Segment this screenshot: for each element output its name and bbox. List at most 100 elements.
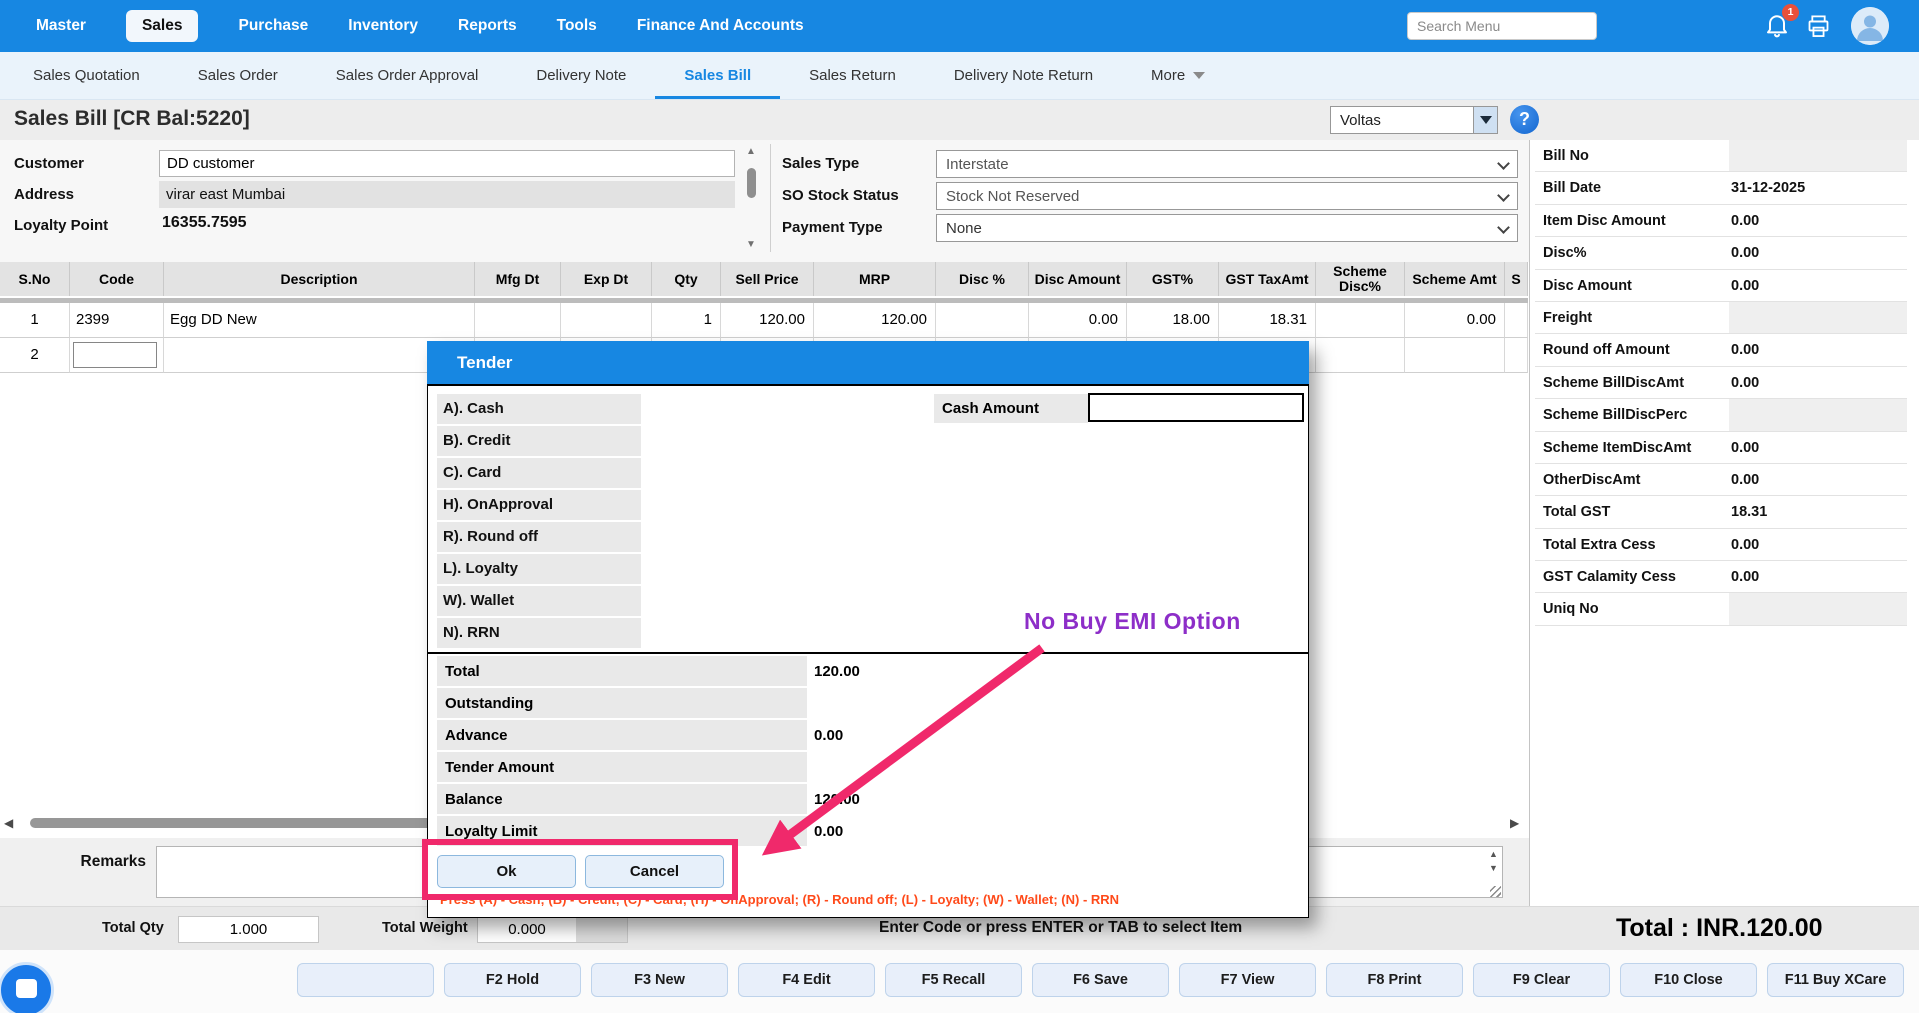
- function-key-bar: F2 Hold F3 New F4 Edit F5 Recall F6 Save…: [0, 950, 1919, 1013]
- nav-tools[interactable]: Tools: [557, 17, 597, 35]
- tab-sales-order[interactable]: Sales Order: [169, 52, 307, 99]
- payment-type-label: Payment Type: [782, 219, 883, 236]
- summary-row: Disc% 0.00: [1535, 237, 1907, 269]
- spin-up-icon[interactable]: ▲: [1489, 850, 1498, 859]
- summary-label: Scheme BillDiscPerc: [1535, 399, 1729, 430]
- scroll-up-icon[interactable]: ▲: [746, 146, 756, 157]
- nav-finance-and-accounts[interactable]: Finance And Accounts: [637, 17, 804, 35]
- help-button[interactable]: ?: [1510, 105, 1539, 134]
- tender-summary-row: Tender Amount: [428, 752, 1308, 784]
- tab-sales-order-approval[interactable]: Sales Order Approval: [307, 52, 508, 99]
- cash-amount-input[interactable]: [1088, 393, 1304, 422]
- payment-type-select[interactable]: None: [936, 214, 1518, 242]
- address-field[interactable]: virar east Mumbai: [159, 181, 735, 208]
- function-button[interactable]: F10 Close: [1620, 963, 1757, 997]
- tender-dialog-title: Tender: [427, 341, 1309, 384]
- cell-exp-dt: [561, 303, 652, 338]
- col-disc-amount: Disc Amount: [1029, 262, 1127, 296]
- scrollbar-thumb[interactable]: [747, 168, 756, 198]
- chat-widget-button[interactable]: [0, 962, 54, 1013]
- code-entry-input[interactable]: [73, 342, 157, 368]
- tab-delivery-note[interactable]: Delivery Note: [507, 52, 655, 99]
- cash-amount-label: Cash Amount: [934, 394, 1088, 423]
- nav-inventory[interactable]: Inventory: [348, 17, 418, 35]
- summary-label: Freight: [1535, 302, 1729, 333]
- sales-bill-screen: Master Sales Purchase Inventory Reports …: [0, 0, 1919, 1013]
- total-qty-input[interactable]: [178, 916, 319, 943]
- tender-option[interactable]: L). Loyalty: [437, 554, 641, 584]
- total-qty-label: Total Qty: [102, 920, 164, 936]
- nav-master[interactable]: Master: [36, 17, 86, 35]
- company-select-dropdown-button[interactable]: [1473, 107, 1497, 133]
- cell-mfg-dt: [475, 303, 561, 338]
- function-button[interactable]: F3 New: [591, 963, 728, 997]
- notifications-button[interactable]: 1: [1763, 10, 1795, 44]
- cell-disc-amount: 0.00: [1029, 303, 1127, 338]
- person-icon: [1851, 7, 1889, 45]
- col-truncated: S: [1505, 262, 1528, 296]
- print-button[interactable]: [1805, 13, 1832, 45]
- function-button[interactable]: F9 Clear: [1473, 963, 1610, 997]
- bill-header-form: Customer Address virar east Mumbai Loyal…: [0, 140, 1529, 262]
- cell-description: Egg DD New: [164, 303, 475, 338]
- remarks-label: Remarks: [70, 853, 146, 871]
- tender-option[interactable]: W). Wallet: [437, 586, 641, 616]
- summary-row: Round off Amount 0.00: [1535, 334, 1907, 366]
- tab-delivery-note-return[interactable]: Delivery Note Return: [925, 52, 1122, 99]
- customer-input[interactable]: [159, 150, 735, 177]
- total-weight-input[interactable]: [477, 916, 576, 943]
- function-button[interactable]: F6 Save: [1032, 963, 1169, 997]
- tender-option[interactable]: H). OnApproval: [437, 490, 641, 520]
- function-button[interactable]: F7 View: [1179, 963, 1316, 997]
- cell-mrp: 120.00: [814, 303, 936, 338]
- resize-handle[interactable]: [1490, 886, 1501, 897]
- function-button[interactable]: F4 Edit: [738, 963, 875, 997]
- so-stock-status-value: Stock Not Reserved: [946, 188, 1079, 205]
- function-buttons: F2 Hold F3 New F4 Edit F5 Recall F6 Save…: [297, 963, 1904, 997]
- nav-sales-active[interactable]: Sales: [126, 10, 199, 42]
- cancel-button[interactable]: Cancel: [585, 855, 724, 888]
- nav-purchase[interactable]: Purchase: [238, 17, 308, 35]
- chat-icon: [16, 979, 37, 998]
- tender-option[interactable]: N). RRN: [437, 618, 641, 648]
- top-navbar: Master Sales Purchase Inventory Reports …: [0, 0, 1919, 52]
- scroll-down-icon[interactable]: ▼: [746, 239, 756, 250]
- summary-label: Scheme BillDiscAmt: [1535, 367, 1729, 398]
- form-divider: [770, 144, 771, 252]
- tender-option[interactable]: R). Round off: [437, 522, 641, 552]
- function-button[interactable]: [297, 963, 434, 997]
- function-button[interactable]: F5 Recall: [885, 963, 1022, 997]
- summary-row: Uniq No: [1535, 593, 1907, 625]
- company-select[interactable]: Voltas: [1330, 106, 1498, 134]
- sales-type-select[interactable]: Interstate: [936, 150, 1518, 178]
- nav-reports[interactable]: Reports: [458, 17, 517, 35]
- function-button[interactable]: F11 Buy XCare: [1767, 963, 1904, 997]
- tab-more[interactable]: More: [1122, 52, 1234, 99]
- summary-value: 0.00: [1729, 270, 1907, 301]
- tender-summary-row: Advance 0.00: [428, 720, 1308, 752]
- tab-sales-bill-active[interactable]: Sales Bill: [655, 52, 780, 99]
- search-input[interactable]: [1407, 12, 1597, 40]
- tab-sales-return[interactable]: Sales Return: [780, 52, 925, 99]
- tender-summary-label: Advance: [437, 720, 807, 752]
- tender-option[interactable]: B). Credit: [437, 426, 641, 456]
- summary-value: [1729, 140, 1907, 171]
- spin-down-icon[interactable]: ▼: [1489, 864, 1498, 873]
- tab-sales-quotation[interactable]: Sales Quotation: [4, 52, 169, 99]
- tender-summary-row: Total 120.00: [428, 656, 1308, 688]
- cell-truncated: [1505, 338, 1528, 373]
- tender-option[interactable]: C). Card: [437, 458, 641, 488]
- summary-label: Total Extra Cess: [1535, 529, 1729, 560]
- so-stock-status-select[interactable]: Stock Not Reserved: [936, 182, 1518, 210]
- tender-option[interactable]: A). Cash: [437, 394, 641, 424]
- scroll-right-icon[interactable]: ▶: [1510, 816, 1519, 830]
- summary-label: Total GST: [1535, 496, 1729, 527]
- scroll-left-icon[interactable]: ◀: [4, 816, 13, 830]
- summary-label: Bill Date: [1535, 172, 1729, 203]
- user-avatar[interactable]: [1851, 7, 1889, 45]
- tender-summary-value: 0.00: [807, 816, 843, 848]
- function-button[interactable]: F8 Print: [1326, 963, 1463, 997]
- summary-value: 0.00: [1729, 561, 1907, 592]
- function-button[interactable]: F2 Hold: [444, 963, 581, 997]
- ok-button[interactable]: Ok: [437, 855, 576, 888]
